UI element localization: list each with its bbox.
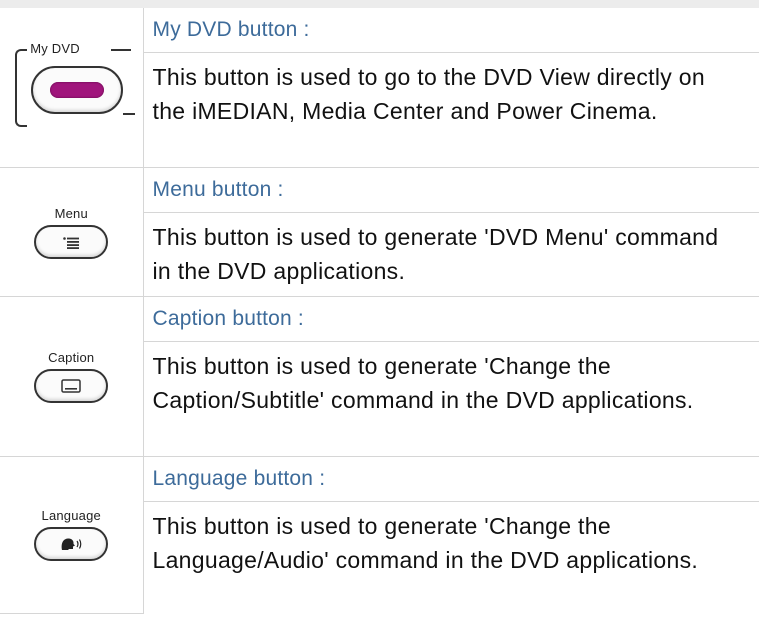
description-cell: This button is used to generate 'DVD Men… [143,212,759,297]
caption-button-description: This button is used to generate 'Change … [152,353,694,413]
menu-remote-label: Menu [54,205,88,221]
remote-button-image-cell: My DVD [0,8,144,168]
table-row: Caption Caption button : [0,296,759,457]
my-dvd-remote-label: My DVD [27,40,83,56]
menu-button-description: This button is used to generate 'DVD Men… [152,224,719,284]
caption-remote-label: Caption [48,350,95,365]
my-dvd-remote-button: My DVD [11,38,136,138]
title-cell: Caption button : [143,296,759,342]
table-row: Language Language button : [0,456,759,614]
language-remote-button: Language [31,508,111,562]
menu-list-icon [63,236,80,249]
table-row: My DVD My DVD button : [0,8,759,168]
caption-remote-button: Caption [31,350,111,403]
table-row: Menu Menu button : [0,167,759,297]
title-cell: Language button : [143,456,759,502]
title-cell: My DVD button : [143,8,759,53]
remote-button-image-cell: Language [0,456,144,614]
speaking-head-icon [60,537,82,551]
menu-button-title: Menu button : [152,178,284,201]
my-dvd-button-title: My DVD button : [152,18,310,41]
description-cell: This button is used to generate 'Change … [143,502,759,614]
button-reference-table: My DVD My DVD button : This button is us… [0,8,759,614]
top-band [0,0,759,8]
language-button-title: Language button : [152,467,326,490]
dvd-pill-icon [50,81,105,98]
remote-button-image-cell: Menu [0,167,144,297]
language-remote-label: Language [41,508,101,524]
remote-button-image-cell: Caption [0,296,144,457]
language-button-description: This button is used to generate 'Change … [152,513,699,573]
caption-box-icon [61,379,81,393]
description-cell: This button is used to generate 'Change … [143,341,759,457]
my-dvd-button-description: This button is used to go to the DVD Vie… [152,64,705,124]
caption-button-title: Caption button : [152,307,304,330]
title-cell: Menu button : [143,167,759,213]
menu-remote-button: Menu [31,206,111,259]
description-cell: This button is used to go to the DVD Vie… [143,52,759,168]
